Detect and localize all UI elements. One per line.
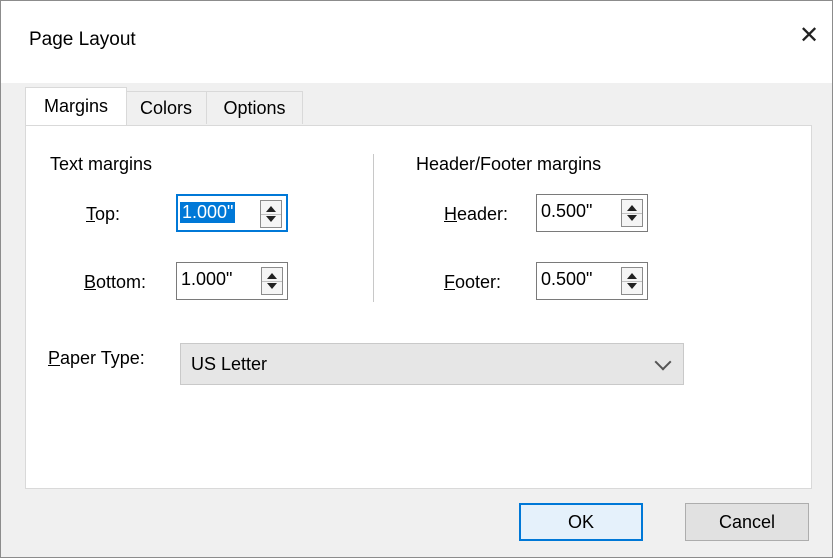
tab-colors-label: Colors <box>139 97 192 118</box>
spin-up-icon[interactable] <box>266 206 276 212</box>
tab-options[interactable]: Options <box>206 91 303 124</box>
top-label: Top: <box>86 204 120 225</box>
ok-button[interactable]: OK <box>519 503 643 541</box>
margins-tab-panel: Text margins Top: 1.000" Bottom: 1.000" … <box>25 125 812 489</box>
header-label: Header: <box>444 204 508 225</box>
spin-divider <box>262 281 282 282</box>
top-label-rest: op: <box>95 204 121 224</box>
paper-type-select[interactable]: US Letter <box>180 343 684 385</box>
spin-down-icon[interactable] <box>267 283 277 289</box>
top-margin-value: 1.000" <box>180 202 236 223</box>
paper-type-mnemonic: P <box>48 348 61 368</box>
footer-margin-spinner[interactable] <box>621 267 643 295</box>
header-label-mnemonic: H <box>444 204 457 224</box>
footer-label: Footer: <box>444 272 501 293</box>
header-margin-field[interactable]: 0.500" <box>536 194 648 232</box>
dialog-title: Page Layout <box>29 29 136 50</box>
bottom-margin-field[interactable]: 1.000" <box>176 262 288 300</box>
chevron-down-icon <box>654 353 672 371</box>
cancel-button-label: Cancel <box>718 511 776 532</box>
tab-colors[interactable]: Colors <box>125 91 207 124</box>
footer-label-rest: ooter: <box>455 272 502 292</box>
header-label-rest: eader: <box>457 204 509 224</box>
tab-margins-label: Margins <box>43 96 109 116</box>
spin-down-icon[interactable] <box>627 215 637 221</box>
spin-divider <box>261 214 281 215</box>
bottom-margin-value: 1.000" <box>181 269 233 289</box>
section-divider <box>373 154 374 302</box>
spin-up-icon[interactable] <box>267 273 277 279</box>
spin-down-icon[interactable] <box>627 283 637 289</box>
spin-up-icon[interactable] <box>627 205 637 211</box>
paper-type-label-rest: aper Type: <box>60 348 145 368</box>
top-margin-spinner[interactable] <box>260 200 282 228</box>
bottom-label: Bottom: <box>84 272 146 293</box>
title-bar: Page Layout ✕ <box>1 1 832 83</box>
paper-type-label: Paper Type: <box>48 348 145 369</box>
close-icon[interactable]: ✕ <box>786 9 832 61</box>
ok-button-label: OK <box>567 511 594 532</box>
spin-divider <box>622 281 642 282</box>
spin-divider <box>622 213 642 214</box>
spin-up-icon[interactable] <box>627 273 637 279</box>
header-margin-value: 0.500" <box>541 201 593 221</box>
tab-options-label: Options <box>223 97 286 118</box>
footer-margin-value: 0.500" <box>541 269 593 289</box>
bottom-margin-spinner[interactable] <box>261 267 283 295</box>
footer-margin-field[interactable]: 0.500" <box>536 262 648 300</box>
spin-down-icon[interactable] <box>266 216 276 222</box>
header-footer-heading: Header/Footer margins <box>416 154 602 174</box>
top-label-mnemonic: T <box>86 204 95 224</box>
page-layout-dialog: Page Layout ✕ Margins Colors Options Tex… <box>0 0 833 558</box>
bottom-label-mnemonic: B <box>84 272 97 292</box>
top-margin-field[interactable]: 1.000" <box>176 194 288 232</box>
tab-margins[interactable]: Margins <box>25 87 127 125</box>
header-margin-spinner[interactable] <box>621 199 643 227</box>
paper-type-value: US Letter <box>191 354 268 374</box>
text-margins-heading: Text margins <box>50 154 153 174</box>
bottom-label-rest: ottom: <box>96 272 147 292</box>
cancel-button[interactable]: Cancel <box>685 503 809 541</box>
footer-label-mnemonic: F <box>444 272 455 292</box>
